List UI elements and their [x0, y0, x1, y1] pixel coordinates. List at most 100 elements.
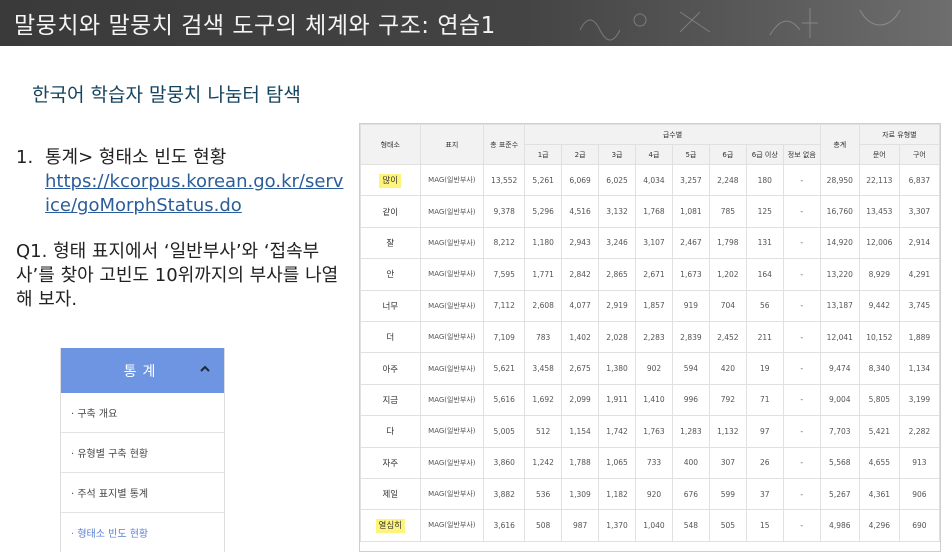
sum-cell: 7,703 — [819, 415, 860, 448]
grade-cell: 2,675 — [561, 352, 600, 385]
morph-label[interactable]: 안 — [386, 270, 394, 280]
total-freq-cell: 13,552 — [483, 163, 526, 197]
sum-cell: 13,220 — [819, 258, 860, 291]
grade-cell: 536 — [524, 477, 563, 511]
question-text: Q1. 형태 표지에서 ‘일반부사’와 ‘접속부사’를 찾아 고빈도 10위까지… — [16, 241, 339, 310]
grade-cell: 733 — [635, 446, 673, 479]
morph-label[interactable]: 아주 — [382, 365, 398, 375]
grade-cell: 508 — [524, 509, 563, 542]
step-number: 1. — [16, 147, 34, 168]
grade-cell: 594 — [671, 352, 710, 385]
grade-cell: - — [782, 415, 821, 448]
menu-item-tag-stats[interactable]: · 주석 표지별 통계 — [61, 473, 224, 513]
grade-cell: 1,788 — [561, 446, 600, 479]
morph-label[interactable]: 많이 — [379, 174, 402, 189]
grade-cell: - — [782, 226, 821, 260]
grade-cell: 704 — [708, 289, 747, 322]
material-type-cell: 8,340 — [858, 352, 900, 385]
menu-item-type-status[interactable]: · 유형별 구축 현황 — [61, 433, 224, 473]
grade-cell: 164 — [745, 258, 784, 291]
step-text: 통계> 형태소 빈도 현황 — [45, 147, 227, 168]
grade-cell: - — [782, 509, 821, 542]
table-row: 너무 MAG(일반부사) 7,112 2,608 4,077 2,919 1,857 919 7… — [360, 289, 940, 322]
grade-cell: - — [782, 258, 821, 291]
material-type-cell: 913 — [898, 446, 940, 479]
morph-label[interactable]: 더 — [386, 333, 394, 343]
grade-cell: 1,180 — [524, 226, 563, 260]
material-type-cell: 5,805 — [858, 383, 900, 417]
morph-label[interactable]: 자주 — [382, 459, 398, 469]
material-type-cell: 5,421 — [858, 415, 900, 448]
grade-cell: 792 — [708, 383, 747, 417]
grade-cell: 37 — [745, 477, 784, 511]
material-type-cell: 12,006 — [858, 226, 900, 260]
grade-cell: 4,077 — [561, 289, 600, 322]
material-type-cell: 4,655 — [858, 446, 900, 479]
sum-cell: 14,920 — [819, 226, 860, 260]
sum-cell: 13,187 — [819, 289, 860, 322]
header-grade: 정보 없음 — [782, 144, 821, 165]
material-type-cell: 6,837 — [898, 163, 940, 197]
total-freq-cell: 3,860 — [483, 446, 526, 479]
grade-cell: 4,516 — [561, 195, 600, 228]
header-material-type: 구어 — [898, 144, 940, 165]
morph-label[interactable]: 지금 — [382, 396, 398, 406]
material-type-cell: 690 — [898, 509, 940, 542]
table-row: 열심히 MAG(일반부사) 3,616 508 987 1,370 1,040 548 505 1… — [360, 509, 940, 542]
total-freq-cell: 7,595 — [483, 258, 526, 291]
morph-cell: 지금 — [360, 383, 421, 417]
sum-cell: 5,568 — [819, 446, 860, 479]
grade-cell: 71 — [745, 383, 784, 417]
morph-label[interactable]: 제일 — [382, 490, 398, 500]
grade-cell: 996 — [671, 383, 710, 417]
header-grade: 6급 이상 — [745, 144, 784, 165]
header-grade: 5급 — [671, 144, 710, 165]
morph-label[interactable]: 너무 — [382, 302, 398, 312]
morph-cell: 더 — [360, 320, 421, 354]
grade-cell: 1,065 — [598, 446, 637, 479]
grade-cell: 2,671 — [635, 258, 673, 291]
morph-cell: 너무 — [360, 289, 421, 322]
grade-cell: - — [782, 383, 821, 417]
grade-cell: 783 — [524, 320, 563, 354]
grade-cell: 3,107 — [635, 226, 673, 260]
stats-side-menu: 통계 · 구축 개요 · 유형별 구축 현황 · 주석 표지별 통계 · 형태소… — [60, 348, 225, 552]
tag-cell: MAG(일반부사) — [419, 195, 485, 228]
header-grade: 6급 — [708, 144, 747, 165]
grade-cell: 1,154 — [561, 415, 600, 448]
table-row: 안 MAG(일반부사) 7,595 1,771 2,842 2,865 2,671 1,673… — [360, 258, 940, 291]
grade-cell: 3,257 — [671, 163, 710, 197]
tag-cell: MAG(일반부사) — [419, 477, 485, 511]
grade-cell: 1,040 — [635, 509, 673, 542]
grade-cell: 400 — [671, 446, 710, 479]
grade-cell: 3,246 — [598, 226, 637, 260]
grade-cell: 1,692 — [524, 383, 563, 417]
grade-cell: 211 — [745, 320, 784, 354]
tag-cell: MAG(일반부사) — [419, 289, 485, 322]
material-type-cell: 3,307 — [898, 195, 940, 228]
table-row: 더 MAG(일반부사) 7,109 783 1,402 2,028 2,283 2,839 2,… — [360, 320, 940, 354]
menu-item-overview[interactable]: · 구축 개요 — [61, 393, 224, 433]
corpus-stats-link[interactable]: https://kcorpus.korean.go.kr/service/goM… — [45, 170, 345, 218]
morph-label[interactable]: 열심히 — [375, 519, 405, 534]
material-type-cell: 2,282 — [898, 415, 940, 448]
morph-label[interactable]: 다 — [386, 427, 394, 437]
sum-cell: 12,041 — [819, 320, 860, 354]
grade-cell: 919 — [671, 289, 710, 322]
tag-cell: MAG(일반부사) — [419, 163, 485, 197]
stats-menu-header[interactable]: 통계 — [61, 348, 224, 393]
material-type-cell: 4,361 — [858, 477, 900, 511]
morph-label[interactable]: 잘 — [386, 239, 394, 249]
tag-cell: MAG(일반부사) — [419, 415, 485, 448]
menu-item-morph-frequency[interactable]: · 형태소 빈도 현황 — [61, 513, 224, 552]
tag-cell: MAG(일반부사) — [419, 226, 485, 260]
grade-cell: 987 — [561, 509, 600, 542]
morph-label[interactable]: 같이 — [382, 208, 398, 218]
grade-cell: 26 — [745, 446, 784, 479]
grade-cell: 2,467 — [671, 226, 710, 260]
grade-cell: 5,296 — [524, 195, 563, 228]
table-row: 잘 MAG(일반부사) 8,212 1,180 2,943 3,246 3,107 2,467… — [360, 226, 940, 260]
grade-cell: 2,608 — [524, 289, 563, 322]
header-material-group: 자료 유형별 — [858, 124, 940, 145]
grade-cell: 3,132 — [598, 195, 637, 228]
